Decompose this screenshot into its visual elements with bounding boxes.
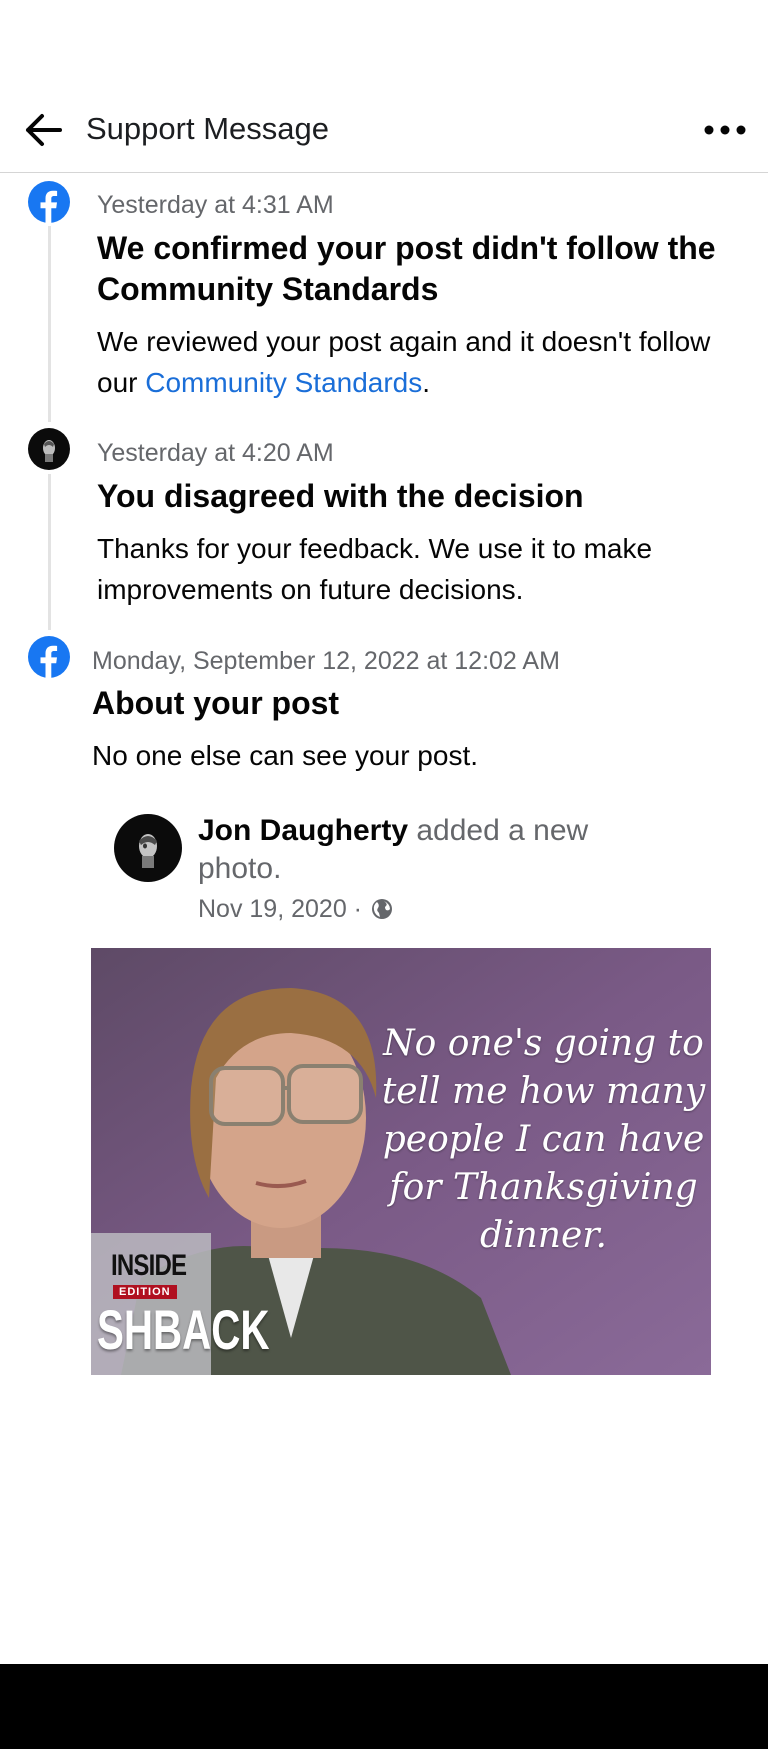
message-body: Thanks for your feedback. We use it to m… [97,533,653,605]
community-standards-link[interactable]: Community Standards [145,367,422,398]
page-title: Support Message [86,111,329,146]
message-timestamp: Yesterday at 4:20 AM [97,439,334,467]
avatar[interactable] [114,814,182,882]
app-header: Support Message [0,95,768,173]
facebook-logo-icon [28,636,70,678]
message-title: You disagreed with the decision [97,478,584,514]
user-portrait-icon [43,440,55,462]
post-date-text[interactable]: Nov 19, 2020 · [198,895,369,923]
more-horizontal-icon [704,125,746,135]
message-title: About your post [92,685,340,721]
message-timestamp: Monday, September 12, 2022 at 12:02 AM [92,647,560,675]
timeline-connector [48,226,51,422]
message-title: We confirmed your post didn't follow the… [97,230,716,307]
message-body-text-end: . [422,367,431,398]
logo-flashback-text: SHBACK [97,1298,270,1361]
message-body: No one else can see your post. [92,740,479,771]
message-timestamp: Yesterday at 4:31 AM [97,191,334,219]
avatar [28,428,70,470]
post-header: Jon Daugherty added a new photo. [198,812,678,888]
arrow-left-icon [26,114,62,146]
facebook-logo-icon [28,181,70,223]
inside-edition-logo: INSIDE EDITION SHBACK [91,1233,269,1375]
back-button[interactable] [20,110,68,150]
user-portrait-icon [139,834,157,868]
photo-quote-text: No one's going to tell me how many peopl… [381,1023,706,1256]
post-date: Nov 19, 2020 · [198,895,393,924]
message-body: We reviewed your post again and it doesn… [97,321,737,403]
system-navigation-bar [0,1664,768,1749]
post-photo[interactable]: No one's going to tell me how many peopl… [91,948,711,1375]
timeline-connector [48,474,51,630]
post-author-name[interactable]: Jon Daugherty [198,814,408,847]
globe-icon [371,899,392,919]
more-options-button[interactable] [702,115,748,145]
logo-inside-text: INSIDE [111,1249,187,1282]
